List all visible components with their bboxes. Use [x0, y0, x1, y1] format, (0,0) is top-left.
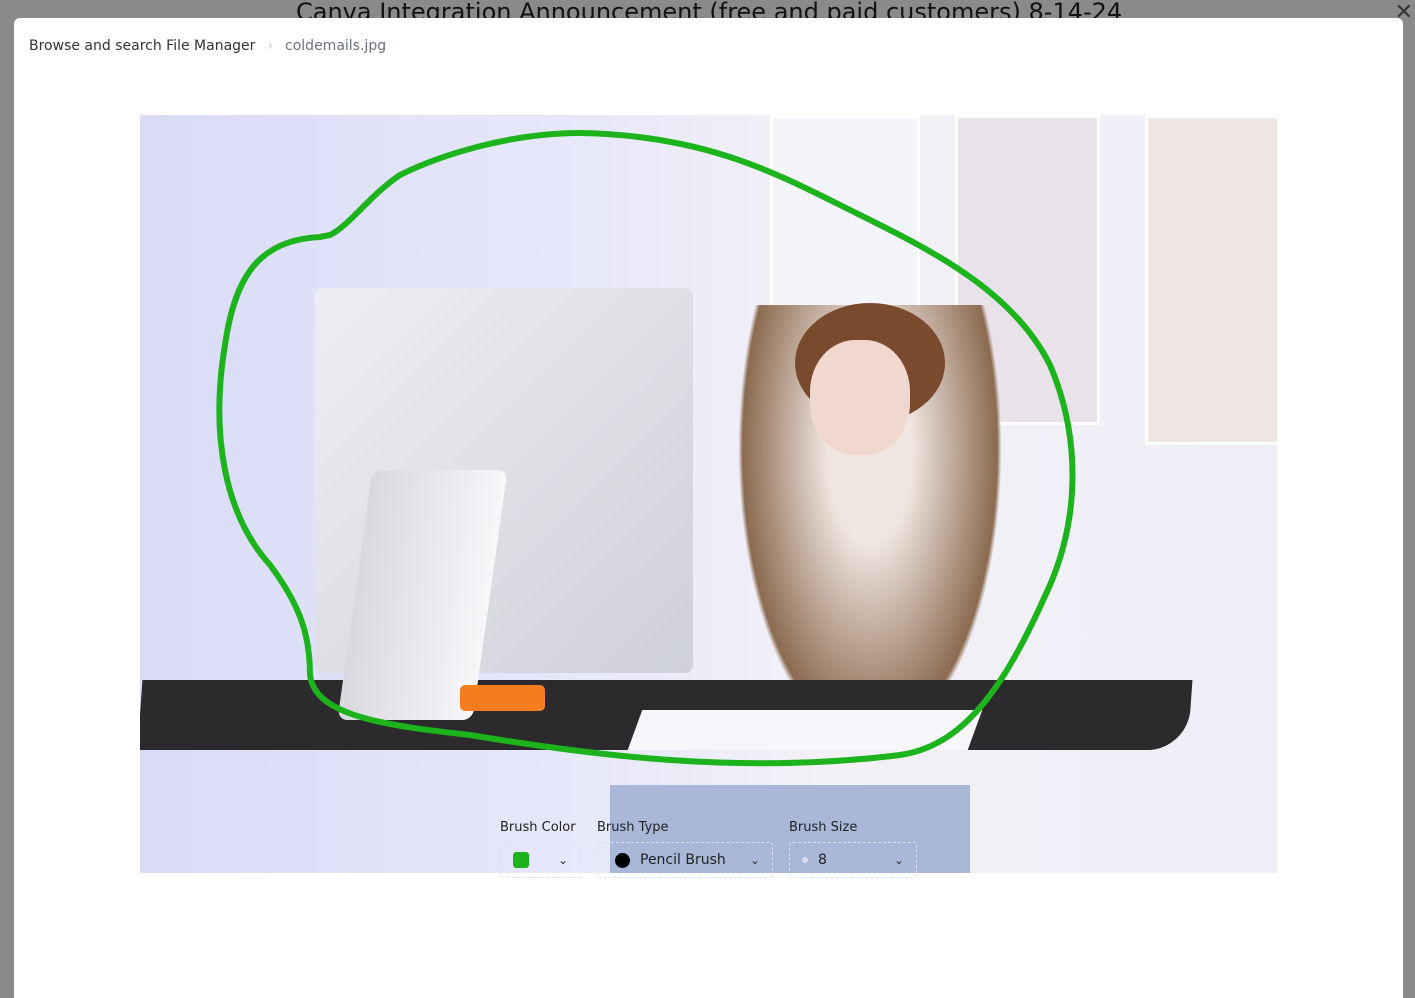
- brush-type-select[interactable]: Pencil Brush ⌄: [597, 842, 773, 878]
- chevron-down-icon: ⌄: [557, 853, 568, 867]
- drawing-canvas[interactable]: [140, 115, 1277, 873]
- brush-color-label: Brush Color: [500, 820, 576, 835]
- brush-type-label: Brush Type: [597, 820, 669, 835]
- breadcrumb: Browse and search File Manager › coldema…: [29, 38, 386, 54]
- brush-color-select[interactable]: ⌄: [500, 842, 581, 878]
- brush-stroke: [216, 129, 1076, 767]
- brush-size-label: Brush Size: [789, 820, 858, 835]
- chevron-down-icon: ⌄: [749, 853, 760, 867]
- chevron-right-icon: ›: [267, 38, 274, 54]
- breadcrumb-file-manager[interactable]: Browse and search File Manager: [29, 38, 255, 54]
- image-editor-modal: Browse and search File Manager › coldema…: [14, 18, 1403, 998]
- brush-type-value: Pencil Brush: [640, 852, 726, 868]
- brush-size-dot-icon: [802, 857, 808, 863]
- color-swatch: [513, 852, 529, 868]
- brush-toolbar: Brush Color ⌄ Brush Type Pencil Brush ⌄ …: [500, 820, 917, 878]
- brush-size-select[interactable]: 8 ⌄: [789, 842, 917, 878]
- brush-size-value: 8: [818, 852, 827, 868]
- breadcrumb-current-file: coldemails.jpg: [285, 38, 387, 54]
- chevron-down-icon: ⌄: [893, 853, 904, 867]
- brush-dot-icon: [615, 852, 630, 868]
